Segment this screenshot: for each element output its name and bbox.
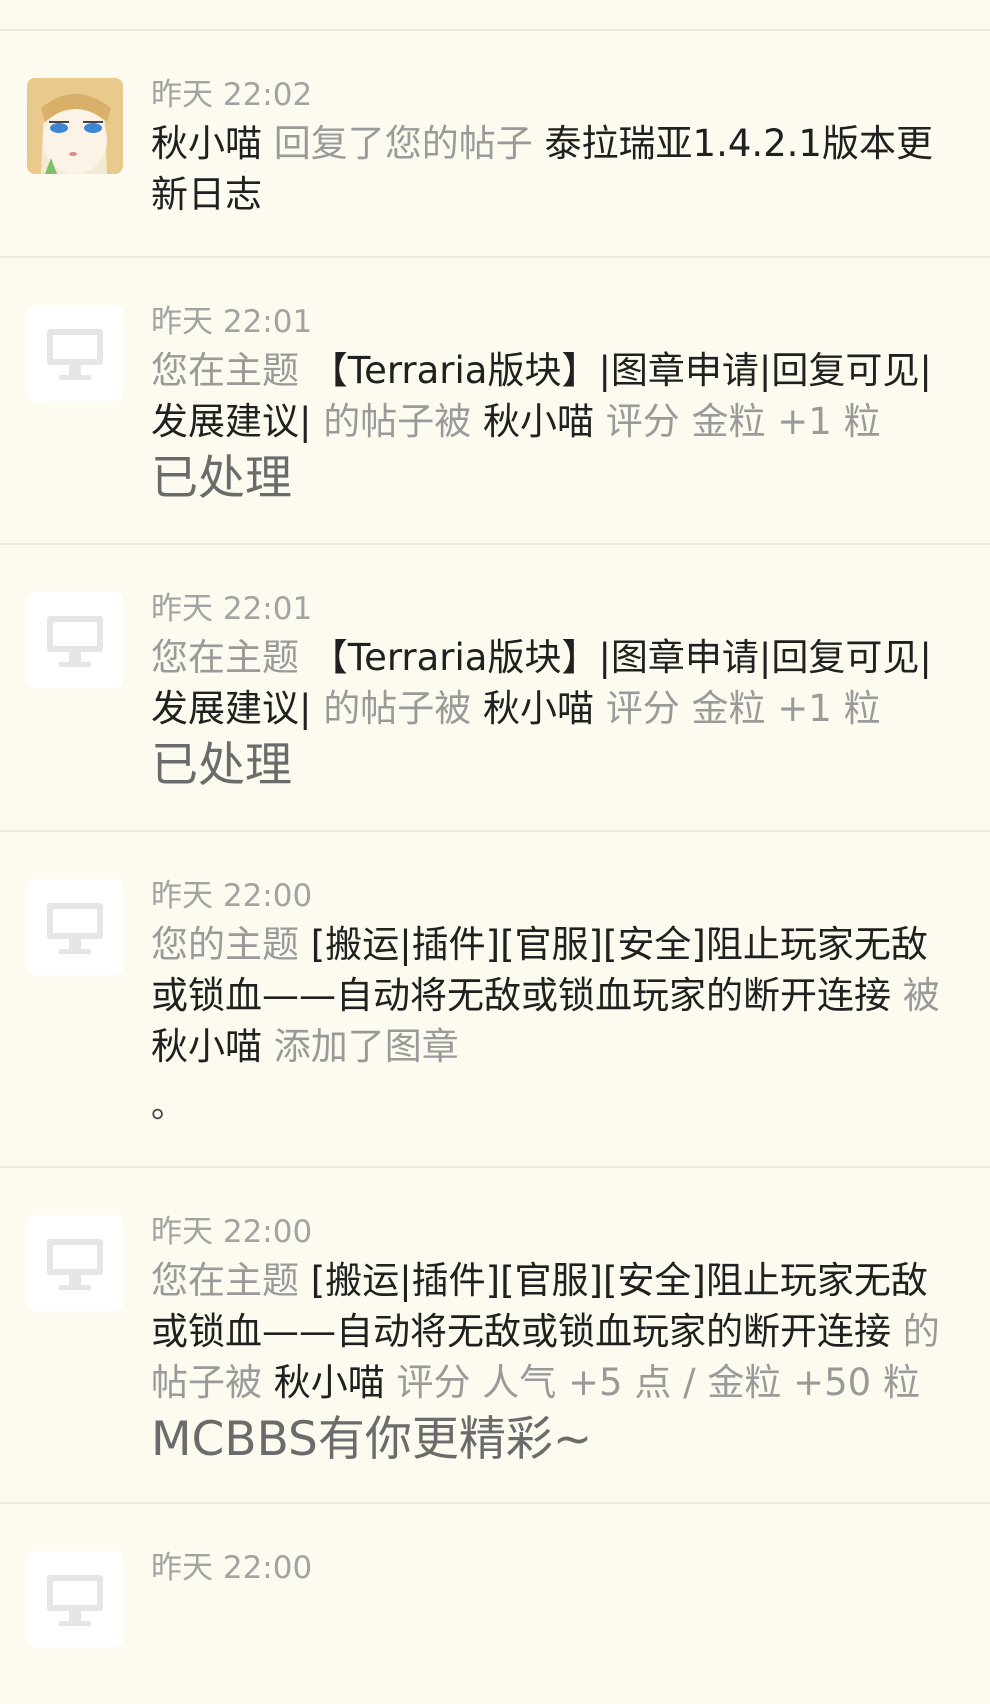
notice-item[interactable]: 昨天 22:01 您在主题 【Terraria版块】|图章申请|回复可见|发展建… <box>0 545 990 832</box>
rating-reason: 已处理 <box>151 738 292 793</box>
anime-girl-avatar <box>27 78 123 174</box>
computer-monitor-icon <box>47 903 103 954</box>
notice-message: 您的主题 [搬运|插件][官服][安全]阻止玩家无敌或锁血——自动将无敌或锁血玩… <box>151 923 940 1068</box>
notice-message: 您在主题 【Terraria版块】|图章申请|回复可见|发展建议| 的帖子被 秋… <box>151 349 932 443</box>
notice-time: 昨天 22:02 <box>151 77 313 113</box>
stamp-note: 。 <box>151 1086 185 1126</box>
action-text: 回复了您的帖子 <box>273 122 533 165</box>
computer-monitor-icon <box>47 616 103 667</box>
notice-item[interactable]: 昨天 22:00 您的主题 [搬运|插件][官服][安全]阻止玩家无敌或锁血——… <box>0 832 990 1168</box>
system-avatar <box>27 592 123 688</box>
notice-message: 您在主题 [搬运|插件][官服][安全]阻止玩家无敌或锁血——自动将无敌或锁血玩… <box>151 1259 940 1404</box>
notice-time: 昨天 22:00 <box>151 1550 313 1586</box>
notice-time: 昨天 22:01 <box>151 304 313 340</box>
rating-reason: MCBBS有你更精彩~ <box>151 1412 593 1467</box>
user-link[interactable]: 秋小喵 <box>274 1361 385 1404</box>
computer-monitor-icon <box>47 1575 103 1626</box>
notice-item[interactable]: 昨天 22:00 <box>0 1504 990 1704</box>
notice-item[interactable]: 昨天 22:02 秋小喵 回复了您的帖子 泰拉瑞亚1.4.2.1版本更新日志 <box>0 31 990 258</box>
rating-text: 评分 人气 +5 点 / 金粒 +50 粒 <box>396 1361 920 1404</box>
computer-monitor-icon <box>47 329 103 380</box>
notice-item[interactable]: 昨天 22:01 您在主题 【Terraria版块】|图章申请|回复可见|发展建… <box>0 258 990 545</box>
user-link[interactable]: 秋小喵 <box>483 687 594 730</box>
user-link[interactable]: 秋小喵 <box>483 400 594 443</box>
top-divider <box>0 0 990 31</box>
notice-time: 昨天 22:00 <box>151 878 313 914</box>
user-link[interactable]: 秋小喵 <box>151 1025 262 1068</box>
computer-monitor-icon <box>47 1239 103 1290</box>
notice-item[interactable]: 昨天 22:00 您在主题 [搬运|插件][官服][安全]阻止玩家无敌或锁血——… <box>0 1168 990 1504</box>
action-text: 添加了图章 <box>273 1025 459 1068</box>
rating-text: 评分 金粒 +1 粒 <box>605 687 881 730</box>
system-avatar <box>27 1551 123 1647</box>
user-avatar[interactable] <box>27 78 123 174</box>
notice-time: 昨天 22:00 <box>151 1214 313 1250</box>
rating-text: 评分 金粒 +1 粒 <box>605 400 881 443</box>
user-link[interactable]: 秋小喵 <box>151 122 262 165</box>
system-avatar <box>27 305 123 401</box>
notice-message: 秋小喵 回复了您的帖子 泰拉瑞亚1.4.2.1版本更新日志 <box>151 118 960 220</box>
system-avatar <box>27 1215 123 1311</box>
rating-reason: 已处理 <box>151 451 292 506</box>
notice-time: 昨天 22:01 <box>151 591 313 627</box>
notice-message: 您在主题 【Terraria版块】|图章申请|回复可见|发展建议| 的帖子被 秋… <box>151 636 932 730</box>
thread-link[interactable]: 泰拉瑞亚1.4.2.1版本更新日志 <box>151 122 933 216</box>
system-avatar <box>27 879 123 975</box>
